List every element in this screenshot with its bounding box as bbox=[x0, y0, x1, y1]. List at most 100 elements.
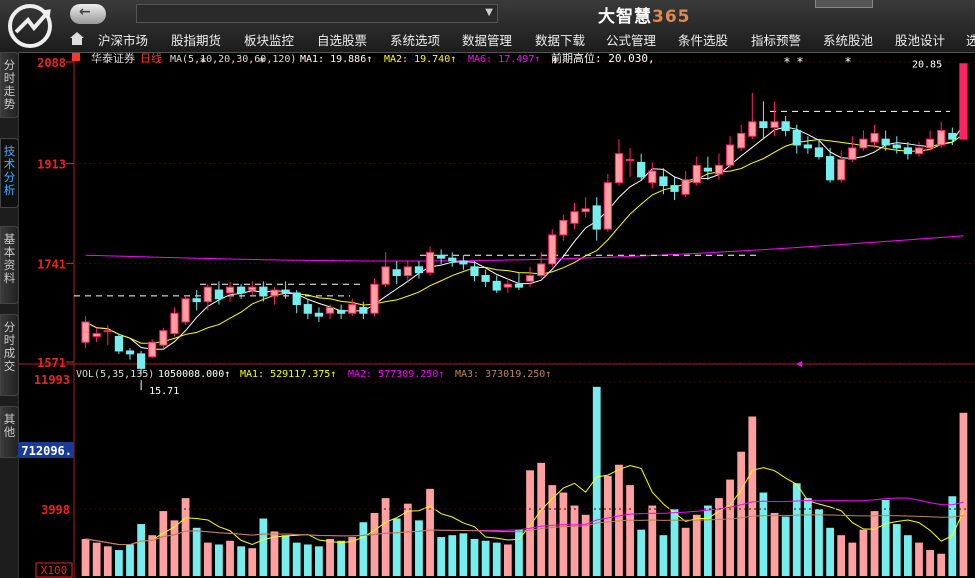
volume-bar bbox=[670, 509, 679, 576]
menu-item-9[interactable]: 条件选股 bbox=[678, 30, 728, 49]
candle-body bbox=[92, 333, 101, 337]
settings-gear-icon bbox=[72, 53, 80, 61]
address-combo[interactable]: ▼ bbox=[136, 4, 498, 23]
candle-body bbox=[625, 158, 635, 161]
menu-item-7[interactable]: 数据下载 bbox=[535, 30, 585, 49]
candle-body bbox=[837, 158, 846, 181]
volume-bar bbox=[192, 527, 201, 576]
volume-bar bbox=[826, 527, 834, 576]
menu-item-4[interactable]: 自选股票 bbox=[317, 30, 367, 49]
ma-definition: MA(5,10,20,30,60,120) bbox=[170, 54, 296, 65]
chevron-down-icon[interactable]: ▼ bbox=[485, 7, 493, 18]
title-bar: ← ▼ 大智慧365 沪深市场 股指期货 板块监控 自选股票 系统选项 数据管理 数据下载 公… bbox=[0, 0, 975, 53]
candle-body bbox=[159, 330, 168, 346]
high-price-label: 20.85 bbox=[912, 60, 942, 71]
volume-bar bbox=[415, 520, 423, 576]
volume-bar bbox=[303, 544, 312, 576]
volume-bar bbox=[226, 540, 234, 576]
candle-body bbox=[825, 156, 835, 181]
brand-title: 大智慧365 bbox=[598, 2, 691, 27]
home-icon[interactable] bbox=[66, 28, 88, 50]
volume-bar bbox=[481, 540, 490, 576]
ma1-value: MA1: 19.886↑ bbox=[300, 54, 372, 65]
candle-body bbox=[903, 147, 912, 155]
candle-body bbox=[925, 138, 935, 149]
volume-bar bbox=[426, 488, 434, 576]
menu-item-8[interactable]: 公式管理 bbox=[606, 30, 656, 49]
candle-body bbox=[403, 266, 412, 277]
window-control[interactable] bbox=[815, 0, 873, 8]
menu-item-2[interactable]: 股指期货 bbox=[171, 30, 221, 49]
menu-item-10[interactable]: 指标预警 bbox=[751, 30, 801, 49]
volume-bar bbox=[692, 514, 701, 576]
volume-bar bbox=[281, 535, 290, 576]
menu-item-1[interactable]: 沪深市场 bbox=[98, 30, 148, 49]
volume-bar bbox=[870, 511, 879, 576]
volume-bar bbox=[370, 512, 379, 576]
volume-bar bbox=[903, 535, 912, 576]
candle-body bbox=[759, 121, 768, 129]
volume-bar bbox=[848, 542, 857, 576]
candle-body bbox=[359, 306, 368, 314]
price-axis-label: 1913 bbox=[37, 158, 66, 172]
volume-bar bbox=[926, 550, 934, 576]
back-button[interactable]: ← bbox=[70, 4, 106, 24]
volume-bar bbox=[537, 462, 546, 576]
candle-body bbox=[281, 289, 290, 294]
candle-body bbox=[525, 275, 535, 282]
candle-body bbox=[681, 179, 690, 195]
volume-bar bbox=[637, 529, 646, 576]
volume-bar bbox=[726, 479, 734, 576]
candle-body bbox=[914, 147, 924, 155]
vol-definition: VOL(5,35,135) bbox=[76, 369, 154, 380]
volume-bar bbox=[203, 542, 212, 576]
candle-body bbox=[337, 309, 346, 314]
candle-body bbox=[781, 121, 790, 131]
menu-item-6[interactable]: 数据管理 bbox=[462, 30, 512, 49]
candle-body bbox=[203, 286, 212, 303]
candle-body bbox=[270, 289, 279, 297]
candle-body bbox=[725, 144, 735, 166]
menu-item-3[interactable]: 板块监控 bbox=[244, 30, 294, 49]
candle-body bbox=[603, 182, 612, 230]
volume-bar bbox=[881, 499, 890, 576]
period-label: 日线 bbox=[140, 52, 162, 65]
ma2-value: MA2: 19.740↑ bbox=[384, 54, 456, 65]
volume-bar bbox=[81, 538, 90, 576]
candle-body bbox=[170, 312, 179, 335]
brand-number: 365 bbox=[652, 7, 691, 27]
menu-item-11[interactable]: 系统股池 bbox=[823, 30, 873, 49]
candle-body bbox=[248, 286, 257, 291]
candle-body bbox=[692, 164, 701, 184]
kline-chart[interactable]: 208819131741157120.8515.71* * * * * *华泰证券 日线 MA… bbox=[0, 52, 975, 578]
volume-bar bbox=[759, 492, 768, 576]
volume-bar bbox=[448, 535, 457, 576]
candle-body bbox=[148, 341, 157, 358]
candle-body bbox=[703, 167, 712, 172]
candle-body bbox=[570, 211, 579, 224]
main-menu: 沪深市场 股指期货 板块监控 自选股票 系统选项 数据管理 数据下载 公式管理 条件选股 指标预警… bbox=[66, 28, 975, 50]
candle-body bbox=[370, 283, 379, 314]
candle-body bbox=[503, 283, 512, 288]
brand-main: 大智慧 bbox=[598, 7, 652, 27]
candle-body bbox=[425, 251, 435, 274]
volume-bar bbox=[737, 451, 746, 576]
candle-body bbox=[670, 185, 679, 192]
menu-item-5[interactable]: 系统选项 bbox=[390, 30, 440, 49]
volume-bar bbox=[115, 550, 123, 576]
candle-body bbox=[737, 132, 746, 149]
candle-body bbox=[470, 266, 479, 277]
volume-bar bbox=[315, 546, 323, 576]
volume-axis-low: 3998 bbox=[41, 503, 70, 517]
candle-body bbox=[81, 321, 90, 343]
volume-bar bbox=[503, 544, 512, 576]
volume-bar bbox=[437, 537, 446, 576]
menu-item-13[interactable]: 选 bbox=[966, 30, 975, 49]
vol-ma3-value: MA3: 373019.250↑ bbox=[455, 369, 551, 380]
volume-bar bbox=[326, 538, 334, 576]
menu-item-12[interactable]: 股池设计 bbox=[895, 30, 945, 49]
candle-body bbox=[770, 121, 779, 129]
candle-body bbox=[137, 353, 146, 369]
candle-body bbox=[881, 138, 890, 146]
stock-name: 华泰证券 bbox=[91, 52, 135, 65]
